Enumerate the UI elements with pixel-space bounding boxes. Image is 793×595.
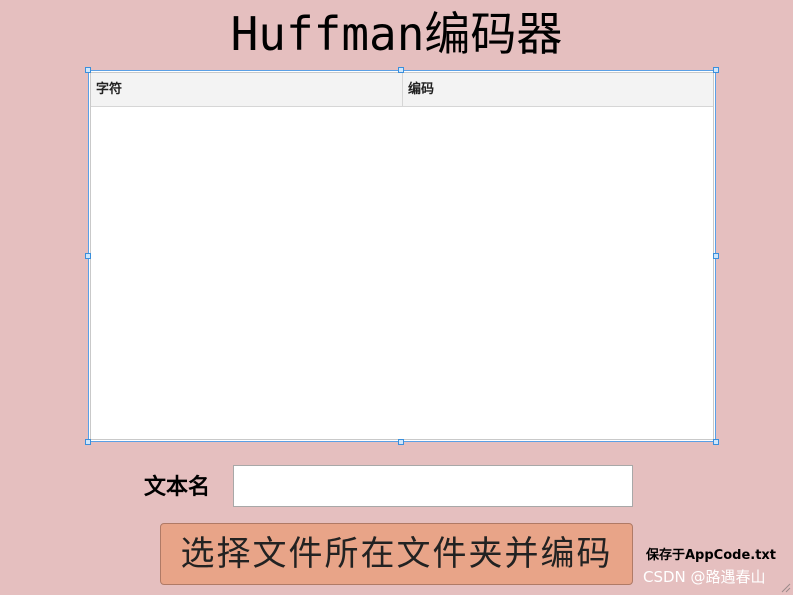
choose-folder-and-encode-button[interactable]: 选择文件所在文件夹并编码	[160, 523, 633, 585]
column-header-code[interactable]: 编码	[403, 73, 713, 106]
selection-handle-top-right[interactable]	[713, 67, 719, 73]
selection-handle-middle-right[interactable]	[713, 253, 719, 259]
code-table-frame[interactable]: 字符 编码	[88, 70, 716, 442]
table-header: 字符 编码	[91, 73, 713, 107]
selection-handle-bottom-left[interactable]	[85, 439, 91, 445]
selection-handle-bottom-right[interactable]	[713, 439, 719, 445]
watermark: CSDN @路遇春山	[643, 568, 766, 586]
app-title: Huffman编码器	[230, 7, 563, 61]
column-header-char[interactable]: 字符	[91, 73, 403, 106]
selection-handle-middle-left[interactable]	[85, 253, 91, 259]
filename-input[interactable]	[233, 465, 633, 507]
code-table[interactable]: 字符 编码	[90, 72, 714, 440]
resize-grip-icon[interactable]	[779, 581, 791, 593]
filename-label: 文本名	[144, 475, 211, 500]
selection-handle-bottom-middle[interactable]	[398, 439, 404, 445]
save-location-note: 保存于AppCode.txt	[646, 548, 777, 563]
selection-handle-top-left[interactable]	[85, 67, 91, 73]
selection-handle-top-middle[interactable]	[398, 67, 404, 73]
